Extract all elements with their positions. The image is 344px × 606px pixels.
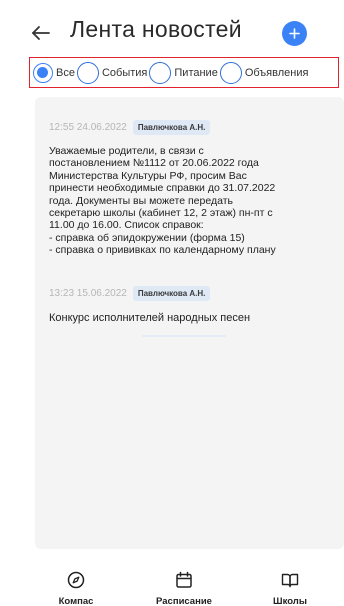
radio-button[interactable] <box>149 61 172 84</box>
nav-label: Расписание <box>156 596 212 606</box>
radio-button[interactable] <box>76 61 99 84</box>
filter-label: События <box>101 66 148 79</box>
author-badge: Павлючкова А.Н. <box>132 119 211 135</box>
filter-label: Объявления <box>244 66 309 79</box>
radio-button-selected[interactable] <box>33 62 53 83</box>
nav-schools[interactable]: Школы <box>250 562 330 606</box>
plus-icon <box>289 28 300 39</box>
nav-schedule[interactable]: Расписание <box>144 562 224 606</box>
add-news-button[interactable] <box>282 21 307 46</box>
back-arrow-icon[interactable] <box>30 22 52 44</box>
filter-label: Питание <box>174 66 218 79</box>
news-timestamp: 12:55 24.06.2022 <box>49 121 127 133</box>
author-badge: Павлючкова А.Н. <box>132 285 211 301</box>
news-meta: 13:23 15.06.2022 Павлючкова А.Н. <box>49 285 329 301</box>
news-text: Конкурс исполнителей народных песен <box>49 312 251 324</box>
filter-all[interactable]: Все <box>33 62 75 83</box>
news-timestamp: 13:23 15.06.2022 <box>49 287 127 299</box>
nav-compass[interactable]: Компас <box>36 562 116 606</box>
book-icon <box>281 573 299 588</box>
filter-events[interactable]: События <box>76 61 148 84</box>
category-filter-bar: Все События Питание Объявления <box>29 57 339 88</box>
bottom-navigation: Компас Расписание Школы <box>0 562 344 606</box>
app-screen: Лента новостей Все События Питание Объяв… <box>0 0 344 606</box>
loading-divider <box>142 335 226 337</box>
news-meta: 12:55 24.06.2022 Павлючкова А.Н. <box>49 119 329 135</box>
news-item[interactable]: 12:55 24.06.2022 Павлючкова А.Н. Уважаем… <box>49 119 329 257</box>
filter-label: Все <box>56 66 75 79</box>
page-title: Лента новостей <box>70 16 242 42</box>
calendar-icon <box>176 571 192 588</box>
news-text: Уважаемые родители, в связи с постановле… <box>49 145 276 257</box>
filter-food[interactable]: Питание <box>149 61 218 84</box>
nav-label: Компас <box>58 596 94 606</box>
nav-label: Школы <box>273 596 307 606</box>
radio-button[interactable] <box>219 61 242 84</box>
compass-icon <box>67 571 85 589</box>
news-item[interactable]: 13:23 15.06.2022 Павлючкова А.Н. Конкурс… <box>49 285 329 324</box>
filter-announcements[interactable]: Объявления <box>219 61 309 84</box>
header: Лента новостей <box>0 0 344 58</box>
